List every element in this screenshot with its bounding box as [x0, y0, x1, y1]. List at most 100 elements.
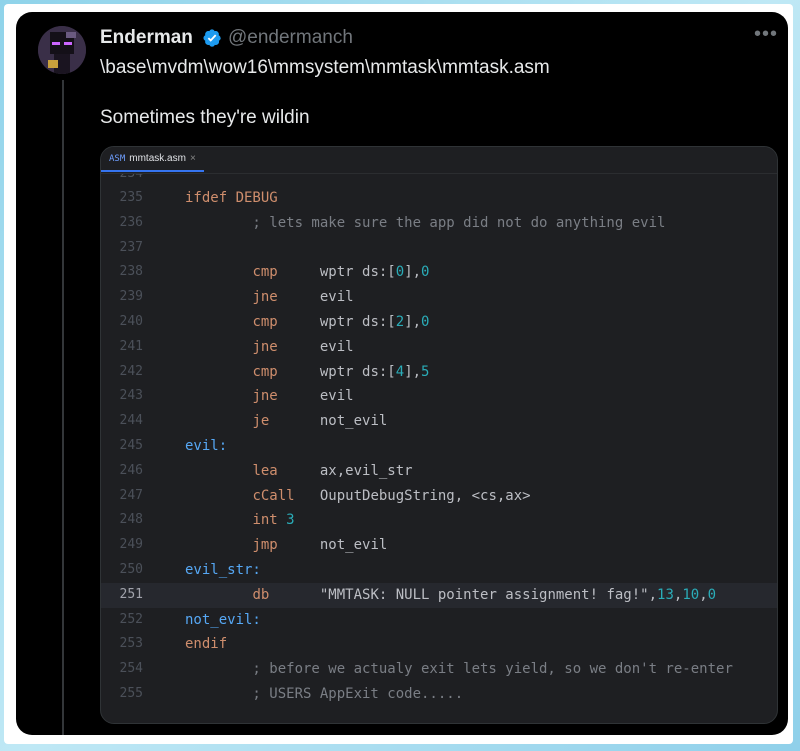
code-token: je — [252, 413, 270, 430]
code-token: evil — [277, 289, 354, 306]
line-number: 245 — [119, 437, 143, 453]
code-token: evil_str: — [185, 561, 261, 578]
code-token: 0 — [421, 264, 430, 281]
line-number: 249 — [119, 537, 143, 553]
line-number: 252 — [119, 611, 143, 627]
code-token: 2 — [395, 313, 405, 330]
code-line[interactable]: 253 endif — [101, 632, 777, 657]
line-number: 246 — [119, 462, 143, 478]
code-token: endif — [185, 636, 228, 653]
code-line[interactable]: 255 ; USERS AppExit code..... — [101, 682, 777, 707]
code-text: db "MMTASK: NULL pointer assignment! fag… — [185, 583, 716, 608]
asm-file-icon: ASM — [109, 153, 126, 164]
line-number: 238 — [119, 264, 143, 280]
code-line[interactable]: 241 jne evil — [101, 335, 777, 360]
code-line[interactable]: 244 je not_evil — [101, 409, 777, 434]
code-token: int — [252, 512, 278, 529]
code-token: db — [252, 586, 270, 603]
enderman-avatar-icon — [38, 26, 86, 74]
code-token: cmp — [252, 313, 278, 330]
thread-line — [62, 80, 64, 735]
code-text: not_evil: — [185, 608, 261, 633]
code-token: evil: — [185, 437, 228, 454]
more-options-icon[interactable]: ••• — [754, 24, 778, 44]
close-tab-icon[interactable]: × — [190, 153, 196, 164]
line-number: 235 — [119, 190, 143, 205]
code-text: ; lets make sure the app did not do anyt… — [185, 211, 665, 236]
code-line[interactable]: 245 evil: — [101, 434, 777, 459]
code-token: 0 — [707, 586, 717, 603]
author-handle[interactable]: @endermanch — [228, 26, 353, 50]
line-number: 255 — [119, 685, 143, 701]
code-line[interactable]: 235 ifdef DEBUG — [101, 186, 777, 211]
code-token: 5 — [421, 363, 430, 380]
code-line[interactable]: 254 ; before we actualy exit lets yield,… — [101, 657, 777, 682]
code-token: , — [699, 586, 708, 603]
code-token: ; before we actualy exit lets yield, so … — [185, 661, 733, 678]
code-line[interactable]: 242 cmp wptr ds:[4],5 — [101, 360, 777, 385]
code-text: cCall OuputDebugString, <cs,ax> — [185, 484, 531, 509]
code-token: 4 — [395, 363, 405, 380]
code-line[interactable]: 236 ; lets make sure the app did not do … — [101, 211, 777, 236]
code-line[interactable]: 246 lea ax,evil_str — [101, 459, 777, 484]
code-text: ; USERS AppExit code..... — [185, 682, 463, 707]
code-text: jne evil — [185, 335, 353, 360]
code-line-partial-top: 234 — [101, 174, 777, 186]
code-line[interactable]: 247 cCall OuputDebugString, <cs,ax> — [101, 484, 777, 509]
code-line[interactable]: 248 int 3 — [101, 508, 777, 533]
code-text: ifdef DEBUG — [185, 186, 278, 211]
code-token: ; USERS AppExit code..... — [185, 685, 464, 702]
line-number: 236 — [119, 214, 143, 230]
line-number: 253 — [119, 636, 143, 652]
code-line[interactable]: 252 not_evil: — [101, 608, 777, 633]
code-screenshot[interactable]: ASM mmtask.asm × 234 235ifdef DEBUG236 ;… — [100, 146, 778, 724]
line-number: 251 — [119, 586, 143, 602]
code-token: 3 — [286, 512, 295, 529]
editor-tab[interactable]: ASM mmtask.asm × — [101, 147, 204, 172]
code-token: not_evil: — [185, 611, 261, 628]
code-token: cmp — [252, 264, 278, 281]
code-token: wptr ds:[ — [277, 313, 396, 330]
code-token: not_evil — [277, 537, 388, 554]
code-line[interactable]: 239 jne evil — [101, 285, 777, 310]
code-line[interactable]: 249 jmp not_evil — [101, 533, 777, 558]
code-line[interactable]: 243 jne evil — [101, 384, 777, 409]
code-token: 10 — [682, 586, 700, 603]
tweet-text-body: Sometimes they're wildin — [100, 107, 310, 128]
code-token: OuputDebugString, <cs,ax> — [294, 487, 531, 504]
code-text: ; before we actualy exit lets yield, so … — [185, 657, 733, 682]
code-line-current[interactable]: 251 db "MMTASK: NULL pointer assignment!… — [101, 582, 777, 608]
tab-label: mmtask.asm — [129, 153, 186, 164]
author-name[interactable]: Enderman — [100, 26, 193, 50]
code-editor[interactable]: 234 235ifdef DEBUG236 ; lets make sure t… — [101, 174, 777, 715]
code-line[interactable]: 238 cmp wptr ds:[0],0 — [101, 260, 777, 285]
code-token: lea — [252, 462, 278, 479]
code-token: jne — [252, 388, 278, 405]
code-text: evil: — [185, 434, 227, 459]
code-token: jne — [252, 338, 278, 355]
code-token: 0 — [395, 264, 405, 281]
avatar[interactable] — [38, 26, 86, 74]
code-token: evil — [277, 388, 354, 405]
redaction-box — [358, 22, 533, 52]
code-line[interactable]: 250 evil_str: — [101, 558, 777, 583]
code-token: not_evil — [269, 413, 388, 430]
code-token: wptr ds:[ — [277, 363, 396, 380]
line-number: 239 — [119, 289, 143, 305]
line-number: 234 — [101, 174, 143, 186]
tweet-card[interactable]: Enderman @endermanch ••• \base\mvdm\wow1… — [16, 12, 788, 735]
code-line[interactable]: 240 cmp wptr ds:[2],0 — [101, 310, 777, 335]
line-number: 254 — [119, 661, 143, 677]
code-text: jmp not_evil — [185, 533, 387, 558]
code-token: ], — [404, 313, 422, 330]
code-line[interactable]: 237 — [101, 236, 777, 261]
code-token: cmp — [252, 363, 278, 380]
